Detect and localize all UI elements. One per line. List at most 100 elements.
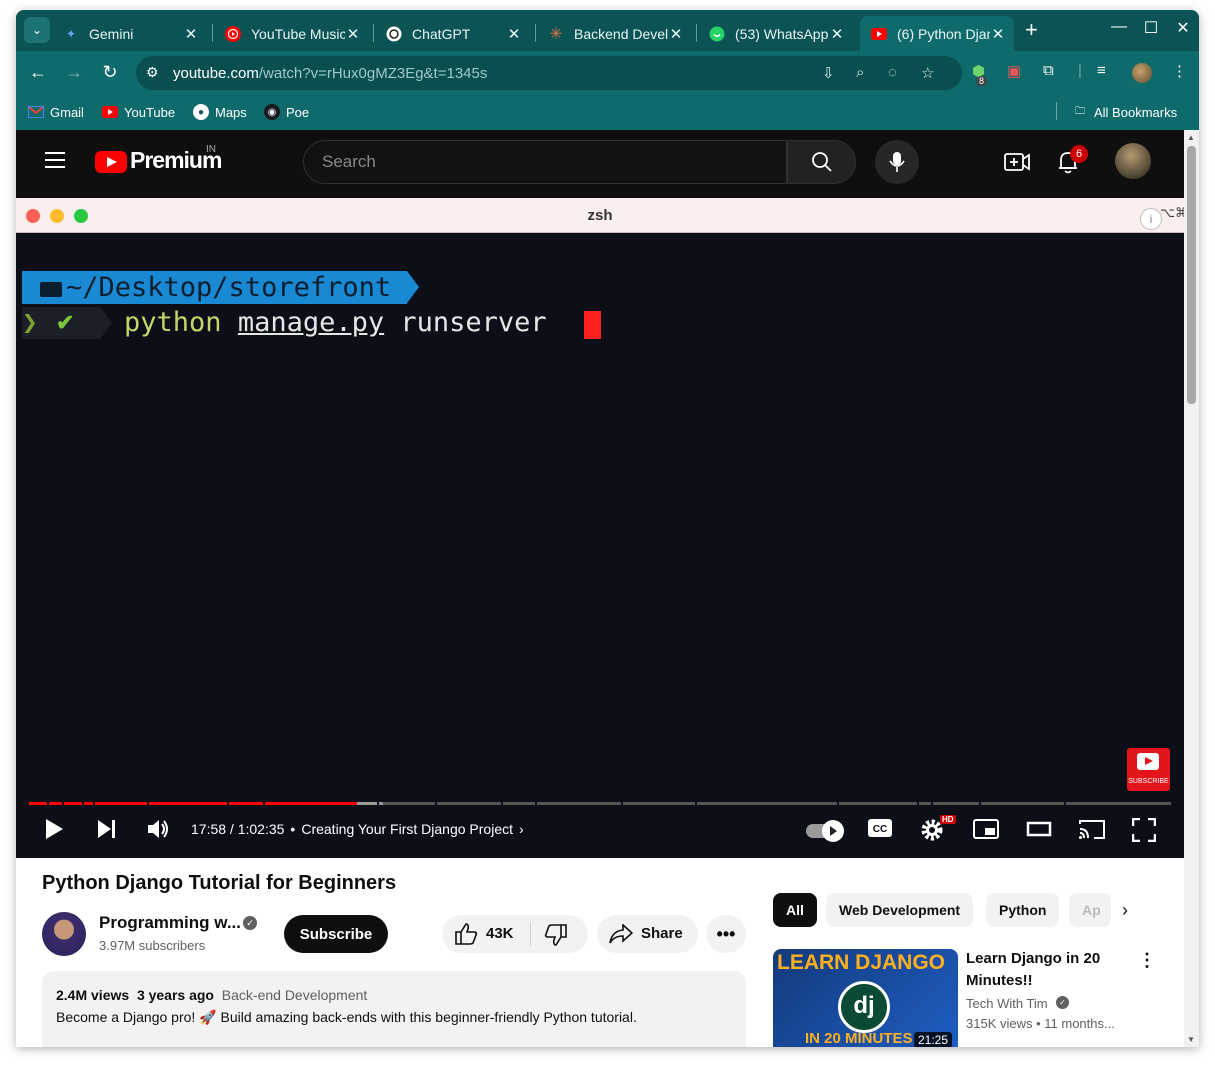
address-bar[interactable]: ⚙ youtube.com/watch?v=rHux0gMZ3Eg&t=1345… (136, 56, 962, 90)
tab-separator (373, 24, 374, 42)
close-icon[interactable]: ✕ (506, 25, 522, 43)
progress-bar[interactable] (29, 802, 1171, 805)
page-scrollbar[interactable]: ▲ ▼ (1184, 130, 1199, 1047)
chip-web-development[interactable]: Web Development (826, 893, 974, 927)
bookmark-star-icon[interactable]: ☆ (921, 64, 934, 82)
profile-avatar[interactable] (1132, 63, 1152, 83)
scroll-down-icon[interactable]: ▼ (1187, 1035, 1195, 1044)
close-icon[interactable]: ✕ (829, 25, 845, 43)
youtube-logo-icon[interactable] (95, 151, 127, 173)
bookmark-maps[interactable]: ● Maps (193, 104, 247, 120)
play-button[interactable] (44, 818, 64, 846)
recommended-thumbnail[interactable]: LEARN DJANGO dj IN 20 MINUTES 21:25 (773, 949, 958, 1047)
create-button[interactable] (1004, 151, 1030, 178)
next-button[interactable] (96, 818, 118, 846)
tab-whatsapp[interactable]: (53) WhatsApp ✕ (698, 16, 853, 51)
info-icon: i (1140, 208, 1162, 230)
share-button[interactable]: Share (597, 915, 698, 953)
more-actions-button[interactable]: ••• (706, 915, 746, 953)
channel-name[interactable]: Programming w... (99, 913, 241, 933)
minimize-button[interactable]: — (1109, 18, 1129, 36)
search-button[interactable] (787, 140, 856, 184)
scroll-up-icon[interactable]: ▲ (1187, 133, 1195, 142)
fullscreen-button[interactable] (1131, 817, 1157, 848)
tab-chatgpt[interactable]: ChatGPT ✕ (375, 16, 530, 51)
eye-off-icon[interactable]: ◌ (888, 64, 897, 81)
close-icon[interactable]: ✕ (183, 25, 199, 43)
bookmark-gmail[interactable]: Gmail (28, 104, 84, 120)
tab-youtube-music[interactable]: YouTube Music ✕ (214, 16, 369, 51)
search-icon (811, 152, 832, 172)
maps-icon: ● (193, 104, 209, 120)
maximize-button[interactable]: ☐ (1141, 18, 1161, 38)
extension-badge: 8 (976, 76, 988, 86)
recommended-title[interactable]: Learn Django in 20 Minutes!! (966, 948, 1116, 992)
volume-button[interactable] (147, 818, 171, 846)
search-input[interactable]: Search (303, 140, 787, 184)
menu-icon[interactable] (45, 152, 65, 168)
cast-icon (1079, 820, 1105, 839)
category-tag[interactable]: Back-end Development (222, 987, 368, 1003)
kebab-menu-icon[interactable]: ⋮ (1172, 62, 1187, 80)
captions-button[interactable]: CC (867, 818, 893, 844)
media-control-icon[interactable]: ≡ (1097, 62, 1106, 79)
site-info-icon[interactable]: ⚙ (146, 64, 159, 81)
forward-button[interactable]: → (62, 62, 86, 83)
extensions-puzzle-icon[interactable]: ⧉ (1043, 62, 1054, 79)
bookmark-youtube[interactable]: YouTube (102, 104, 175, 120)
bookmark-label: Poe (286, 104, 310, 120)
chevron-right-icon[interactable]: › (1122, 900, 1128, 921)
skip-next-icon (98, 820, 115, 838)
channel-avatar[interactable] (42, 912, 86, 956)
tab-python-django[interactable]: (6) Python Django Tutorial ✕ (860, 16, 1014, 51)
recommended-channel[interactable]: Tech With Tim (966, 996, 1048, 1011)
subscribe-button[interactable]: Subscribe (284, 915, 388, 953)
voice-search-button[interactable] (875, 140, 919, 184)
subscribe-watermark[interactable]: SUBSCRIBE (1127, 748, 1170, 791)
bookmark-poe[interactable]: ◉ Poe (264, 104, 309, 120)
close-window-button[interactable]: ✕ (1173, 18, 1193, 38)
back-button[interactable]: ← (26, 62, 50, 83)
cast-button[interactable] (1078, 818, 1106, 846)
chapter-marker (147, 802, 149, 805)
like-count[interactable]: 43K (486, 925, 514, 942)
all-bookmarks-button[interactable]: 🗀 All Bookmarks (1072, 104, 1177, 120)
miniplayer-button[interactable] (973, 818, 999, 846)
theater-mode-button[interactable] (1026, 818, 1052, 846)
close-icon[interactable]: ✕ (990, 25, 1006, 43)
close-icon[interactable]: ✕ (668, 25, 684, 43)
url-domain: youtube.com (173, 65, 259, 82)
close-icon[interactable]: ✕ (345, 25, 361, 43)
miniplayer-icon (973, 819, 999, 839)
tab-label: Backend Development (574, 25, 668, 42)
prompt-status-segment: ❯ ✔ (22, 307, 112, 339)
reload-button[interactable]: ↻ (98, 62, 122, 83)
search-placeholder: Search (322, 152, 376, 171)
chapter-marker (535, 802, 537, 805)
like-button[interactable] (454, 923, 478, 949)
chip-python[interactable]: Python (986, 893, 1060, 927)
new-tab-button[interactable]: + (1025, 19, 1038, 41)
chapter-marker (1064, 802, 1066, 805)
chevron-right-icon[interactable]: › (519, 821, 524, 837)
chip-all[interactable]: All (773, 893, 817, 927)
install-app-icon[interactable]: ⇩ (822, 64, 835, 82)
url-text[interactable]: youtube.com/watch?v=rHux0gMZ3Eg&t=1345s (173, 65, 487, 82)
thumbs-down-icon (544, 924, 567, 946)
scrollbar-thumb[interactable] (1187, 146, 1196, 404)
chapter-title[interactable]: Creating Your First Django Project (301, 821, 513, 837)
dislike-button[interactable] (544, 924, 568, 950)
autoplay-toggle[interactable] (806, 820, 844, 842)
zoom-icon[interactable]: ⌕ (856, 64, 864, 81)
captions-icon: CC (868, 819, 892, 837)
account-avatar[interactable] (1115, 143, 1151, 179)
tab-gemini[interactable]: ✦ Gemini ✕ (52, 16, 207, 51)
video-player[interactable]: zsh i ⌥⌘ ~/Desktop/storefront ❯ ✔ python… (16, 198, 1184, 858)
fullscreen-icon (1131, 817, 1157, 843)
screenshot-extension-icon[interactable]: ▣ (1007, 62, 1021, 80)
more-vertical-icon[interactable]: ⋮ (1138, 950, 1156, 971)
description-box[interactable]: 2.4M views 3 years ago Back-end Developm… (42, 971, 746, 1047)
tab-backend-development[interactable]: ✳ Backend Development ✕ (537, 16, 692, 51)
tab-search-button[interactable]: ⌄ (24, 17, 50, 43)
chip-truncated[interactable]: Ap (1069, 893, 1111, 927)
